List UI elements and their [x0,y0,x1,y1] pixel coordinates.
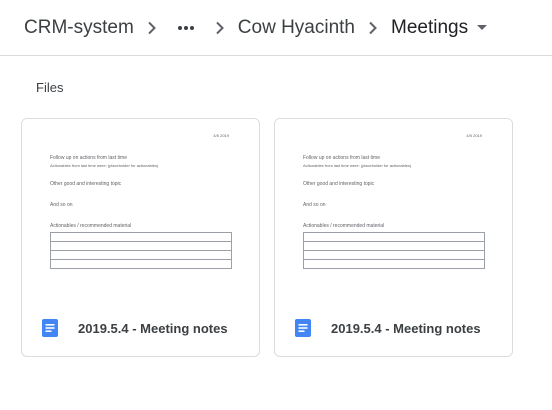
chevron-right-icon [134,16,170,40]
preview-date: 4/5 2019 [466,133,482,138]
more-horiz-icon[interactable] [170,16,202,40]
preview-line: And so on [50,202,73,208]
breadcrumb-folder[interactable]: Cow Hyacinth [238,16,355,40]
file-name: 2019.5.4 - Meeting notes [78,320,228,336]
breadcrumb: CRM-system Cow Hyacinth Meetings [0,0,552,56]
breadcrumb-root[interactable]: CRM-system [24,16,134,40]
file-name: 2019.5.4 - Meeting notes [331,320,481,336]
file-card-footer[interactable]: 2019.5.4 - Meeting notes [22,299,259,356]
preview-line: Actionables / recommended material [50,223,132,229]
document-preview: 4/5 2019 Follow up on actions from last … [275,119,512,299]
arrow-drop-down-icon[interactable] [470,16,494,40]
preview-line: And so on [303,202,326,208]
file-card[interactable]: 4/5 2019 Follow up on actions from last … [274,118,513,357]
preview-line: Actionables from last time were: (placeh… [303,163,412,168]
chevron-right-icon [202,16,238,40]
section-label-files: Files [36,80,64,95]
preview-date: 4/5 2019 [213,133,229,138]
preview-table [303,232,485,269]
preview-table [50,232,232,269]
preview-line: Follow up on actions from last time [303,155,380,161]
file-card-footer[interactable]: 2019.5.4 - Meeting notes [275,299,512,356]
file-card[interactable]: 4/5 2019 Follow up on actions from last … [21,118,260,357]
preview-line: Other good and interesting topic [303,181,375,187]
preview-line: Actionables / recommended material [303,223,385,229]
document-preview: 4/5 2019 Follow up on actions from last … [22,119,259,299]
chevron-right-icon [355,16,391,40]
file-thumbnail[interactable]: 4/5 2019 Follow up on actions from last … [22,119,259,299]
preview-line: Other good and interesting topic [50,181,122,187]
google-docs-icon [42,319,58,337]
google-docs-icon [295,319,311,337]
breadcrumb-current[interactable]: Meetings [391,16,468,40]
file-thumbnail[interactable]: 4/5 2019 Follow up on actions from last … [275,119,512,299]
preview-line: Actionables from last time were: (placeh… [50,163,159,168]
preview-line: Follow up on actions from last time [50,155,127,161]
